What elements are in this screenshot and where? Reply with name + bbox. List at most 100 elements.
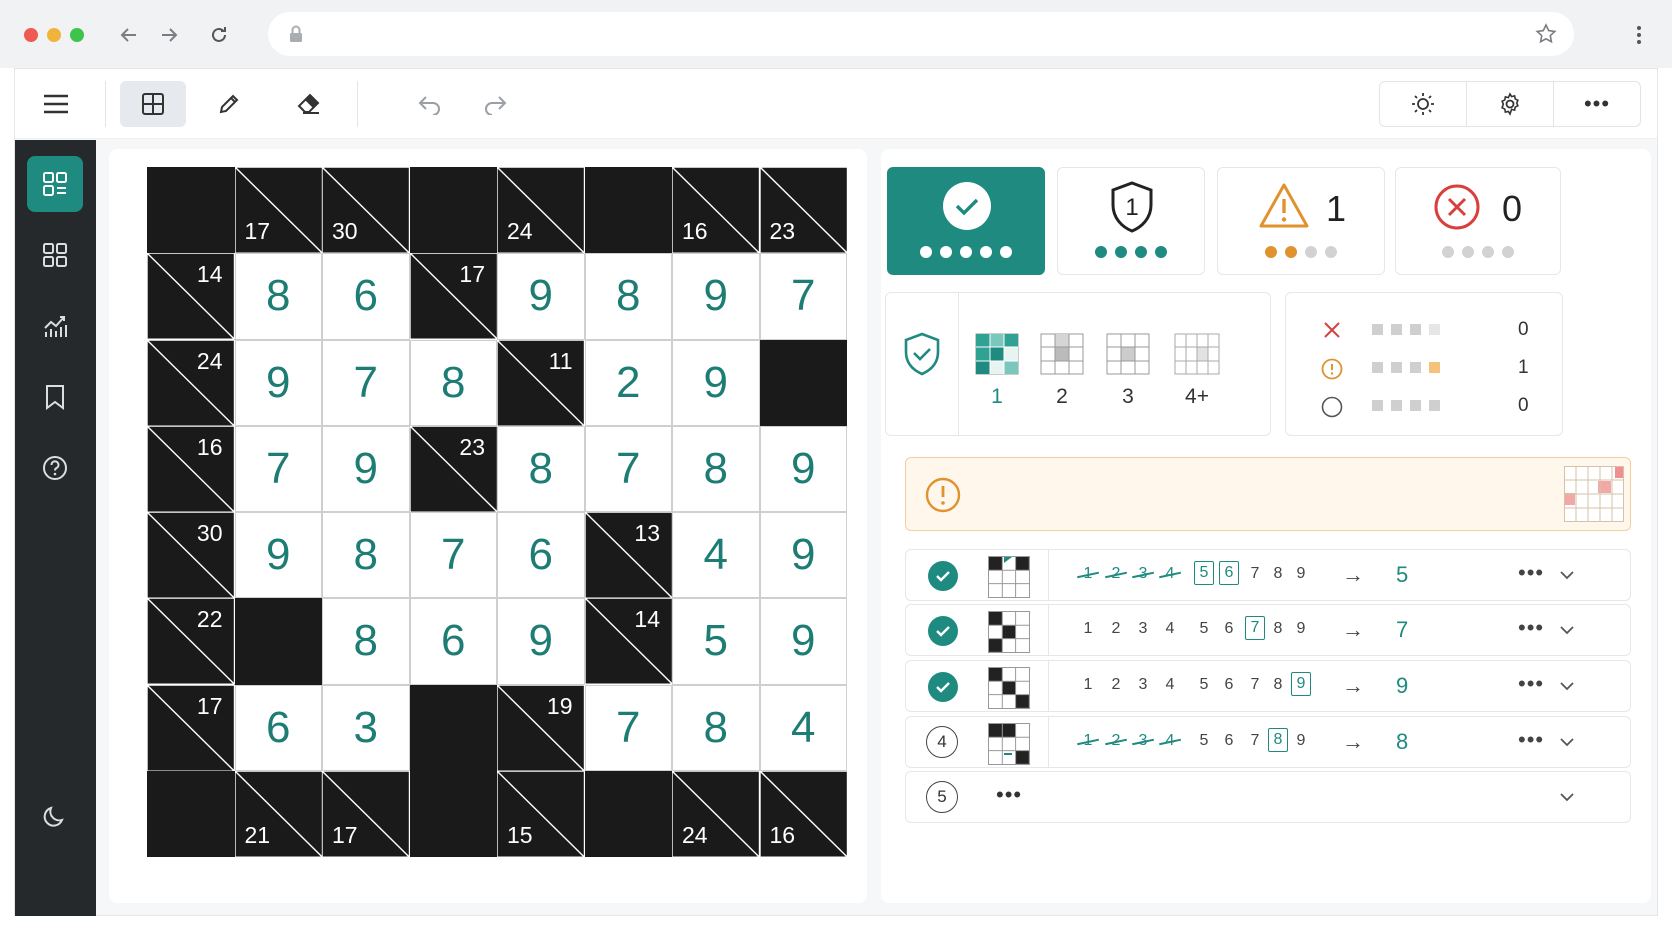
solution-step-row[interactable]: 4 1 2 3 4 5 6 7 8 9 → 8 ••• [905,716,1631,768]
technique-1-thumbnail[interactable] [975,333,1019,375]
forward-arrow-icon[interactable] [154,20,184,50]
technique-3-thumbnail[interactable] [1106,333,1150,375]
progress-dot [1442,246,1454,258]
board-cell[interactable]: 4 [672,512,760,599]
board-cell[interactable]: 5 [672,598,760,685]
board-cell[interactable]: 9 [497,253,585,340]
bookmark-icon[interactable] [27,369,83,425]
step-grid-thumbnail [988,611,1030,658]
board-cell[interactable]: 9 [759,598,847,685]
dashboard-icon[interactable] [27,156,83,212]
help-icon[interactable] [27,440,83,496]
board-cell[interactable]: 8 [322,598,410,685]
board-cell[interactable]: 9 [759,425,847,512]
kebab-menu-icon[interactable] [1624,20,1654,50]
errors-status-card[interactable]: 0 [1395,167,1561,275]
board-cell[interactable]: 3 [322,684,410,771]
board-cell[interactable]: 8 [497,425,585,512]
board-cell[interactable]: 9 [497,598,585,685]
candidate-digit: 5 [1194,561,1214,585]
summary-card: 0 1 0 [1285,292,1563,436]
shield-status-card[interactable]: 1 [1057,167,1205,275]
chevron-down-icon[interactable] [1558,733,1576,756]
menu-icon[interactable] [23,81,89,127]
board-cell[interactable]: 6 [322,253,410,340]
step-more-button[interactable]: ••• [1518,727,1544,753]
board-cell[interactable]: 6 [234,684,322,771]
progress-dot [1305,246,1317,258]
board-cell[interactable]: 9 [672,339,760,426]
down-clue: 24 [682,822,708,848]
board-cell[interactable]: 6 [497,512,585,599]
board-cell[interactable]: 9 [322,425,410,512]
reload-icon[interactable] [204,20,234,50]
technique-4plus-thumbnail[interactable] [1174,333,1220,375]
board-cell[interactable]: 7 [234,425,322,512]
undo-icon[interactable] [397,81,463,127]
candidate-digit: 8 [1268,728,1288,752]
eraser-icon[interactable] [276,81,342,127]
candidate-digit: 1 [1080,565,1096,583]
board-cell[interactable]: 6 [409,598,497,685]
step-more-button[interactable]: ••• [1518,560,1544,586]
toolbar-right-group: ••• [1379,81,1641,127]
bookmark-star-icon[interactable] [1534,22,1558,46]
board-cell[interactable]: 9 [234,339,322,426]
technique-2-thumbnail[interactable] [1040,333,1084,375]
clue-cell: 16 [672,167,760,253]
board-cell[interactable]: 8 [672,425,760,512]
minimize-window-dot[interactable] [47,28,61,42]
board-cell[interactable]: 9 [672,253,760,340]
board-cell[interactable]: 8 [409,339,497,426]
board-cell[interactable]: 8 [672,684,760,771]
chevron-down-icon[interactable] [1558,788,1576,811]
brightness-icon[interactable] [1380,82,1467,126]
step-more-button[interactable]: ••• [1518,615,1544,641]
board-cell[interactable]: 9 [234,512,322,599]
warning-alert[interactable] [905,457,1631,531]
board-cell[interactable]: 7 [409,512,497,599]
warnings-status-card[interactable]: 1 [1217,167,1385,275]
pencil-icon[interactable] [196,81,262,127]
back-arrow-icon[interactable] [114,20,144,50]
blocked-cell [760,340,848,426]
cell-value: 8 [703,702,728,752]
board-cell[interactable]: 7 [584,425,672,512]
grid-apps-icon[interactable] [27,227,83,283]
cell-value: 7 [616,443,641,493]
maximize-window-dot[interactable] [70,28,84,42]
blocked-cell [147,771,235,857]
moon-icon[interactable] [27,788,83,844]
redo-icon[interactable] [462,81,528,127]
blocked-cell [235,598,323,684]
close-window-dot[interactable] [24,28,38,42]
board-cell[interactable]: 7 [759,253,847,340]
board-cell[interactable]: 8 [234,253,322,340]
board-cell[interactable]: 9 [759,512,847,599]
address-bar[interactable] [268,12,1574,56]
board-cell[interactable]: 2 [584,339,672,426]
solution-step-row[interactable]: 1 2 3 4 5 6 7 8 9 → 9 ••• [905,660,1631,712]
board-cell[interactable]: 8 [584,253,672,340]
settings-gear-icon[interactable] [1467,82,1554,126]
chevron-down-icon[interactable] [1558,677,1576,700]
cell-value: 8 [441,357,466,407]
candidate-digit: 6 [1219,561,1239,585]
board-cell[interactable]: 4 [759,684,847,771]
analytics-icon[interactable] [27,298,83,354]
cell-value: 7 [266,443,291,493]
chevron-down-icon[interactable] [1558,621,1576,644]
more-horizontal-icon[interactable]: ••• [1554,82,1640,126]
step-more-button[interactable]: ••• [1518,671,1544,697]
solution-step-row[interactable]: 1 2 3 4 5 6 7 8 9 → 7 ••• [905,604,1631,656]
board-cell[interactable]: 7 [322,339,410,426]
solution-step-row[interactable]: 5 ••• [905,771,1631,823]
candidate-digit: 5 [1199,620,1209,637]
cell-value: 8 [353,530,378,580]
chevron-down-icon[interactable] [1558,566,1576,589]
solution-step-row[interactable]: 1 2 3 4 5 6 7 8 9 → 5 ••• [905,549,1631,601]
board-cell[interactable]: 8 [322,512,410,599]
board-cell[interactable]: 7 [584,684,672,771]
solved-status-card[interactable] [887,167,1045,275]
grid-icon[interactable] [120,81,186,127]
